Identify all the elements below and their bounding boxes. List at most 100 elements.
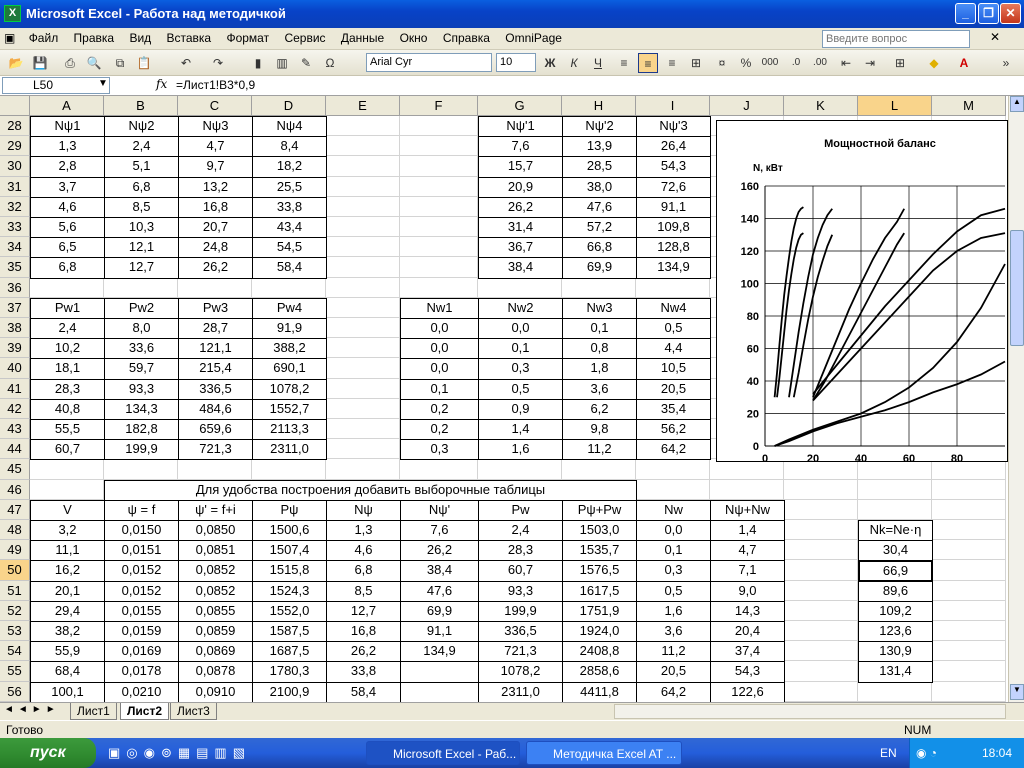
table-cell[interactable]: 484,6 bbox=[178, 398, 253, 420]
table-cell[interactable]: 18,2 bbox=[252, 156, 327, 178]
table-header[interactable]: Nψ2 bbox=[104, 116, 179, 138]
table-cell[interactable]: 2311,0 bbox=[252, 439, 327, 461]
column-header-j[interactable]: J bbox=[710, 96, 784, 116]
row-header-43[interactable]: 43 bbox=[0, 419, 30, 440]
table-cell[interactable]: 47,6 bbox=[400, 580, 479, 602]
table-cell[interactable]: 109,2 bbox=[858, 600, 933, 622]
table-cell[interactable]: 0,0152 bbox=[104, 580, 179, 602]
table-cell[interactable]: 69,9 bbox=[400, 600, 479, 622]
row-header-33[interactable]: 33 bbox=[0, 217, 30, 238]
grid-cell[interactable] bbox=[932, 580, 1006, 601]
table-cell[interactable]: 0,0855 bbox=[178, 600, 253, 622]
table-cell[interactable]: 68,4 bbox=[30, 661, 105, 683]
table-cell[interactable]: 1924,0 bbox=[562, 621, 637, 643]
table-cell[interactable]: 26,4 bbox=[636, 136, 711, 158]
table-cell[interactable]: 336,5 bbox=[178, 378, 253, 400]
table-cell[interactable]: 1552,7 bbox=[252, 398, 327, 420]
row-header-30[interactable]: 30 bbox=[0, 156, 30, 177]
table-cell[interactable]: 60,7 bbox=[478, 560, 563, 582]
grid-cell[interactable] bbox=[932, 661, 1006, 682]
table-cell[interactable]: 93,3 bbox=[478, 580, 563, 602]
scroll-thumb[interactable] bbox=[1010, 230, 1024, 346]
table-cell[interactable]: 1687,5 bbox=[252, 641, 327, 663]
row-header-36[interactable]: 36 bbox=[0, 277, 30, 298]
table-cell[interactable]: 6,8 bbox=[104, 176, 179, 198]
row-header-38[interactable]: 38 bbox=[0, 318, 30, 339]
underline-button[interactable]: Ч bbox=[588, 53, 608, 73]
table-cell[interactable]: 2,4 bbox=[478, 520, 563, 542]
table-header[interactable]: Pw3 bbox=[178, 297, 253, 319]
table-header[interactable]: Nψ'2 bbox=[562, 116, 637, 138]
drawing-icon[interactable]: ✎ bbox=[296, 53, 316, 73]
grid-cell[interactable] bbox=[784, 641, 858, 662]
table-cell[interactable]: 59,7 bbox=[104, 358, 179, 380]
task-word[interactable]: Методичка Excel AT ... bbox=[526, 741, 682, 765]
grid-cell[interactable] bbox=[400, 196, 478, 217]
row-header-48[interactable]: 48 bbox=[0, 520, 30, 541]
grid-cell[interactable] bbox=[326, 116, 400, 137]
table-cell[interactable]: 0,0850 bbox=[178, 520, 253, 542]
row-header-53[interactable]: 53 bbox=[0, 621, 30, 642]
table-header[interactable]: Nw3 bbox=[562, 297, 637, 319]
grid-cell[interactable] bbox=[400, 237, 478, 258]
table-cell[interactable]: 7,6 bbox=[400, 520, 479, 542]
undo-icon[interactable]: ↶ bbox=[176, 53, 196, 73]
grid-cell[interactable] bbox=[30, 277, 104, 298]
table-cell[interactable]: 66,8 bbox=[562, 237, 637, 259]
grid-cell[interactable] bbox=[252, 277, 326, 298]
table-cell[interactable]: 15,7 bbox=[478, 156, 563, 178]
grid-cell[interactable] bbox=[562, 459, 636, 480]
table-cell[interactable]: 0,0150 bbox=[104, 520, 179, 542]
grid-cell[interactable] bbox=[326, 318, 400, 339]
row-header-50[interactable]: 50 bbox=[0, 560, 30, 581]
table-cell[interactable]: 0,0869 bbox=[178, 641, 253, 663]
table-cell[interactable]: 91,1 bbox=[636, 196, 711, 218]
table-cell[interactable]: 690,1 bbox=[252, 358, 327, 380]
name-box[interactable]: L50 bbox=[2, 77, 110, 94]
table-cell[interactable]: 24,8 bbox=[178, 237, 253, 259]
table-cell[interactable]: 4,6 bbox=[30, 196, 105, 218]
minimize-button[interactable]: _ bbox=[955, 3, 976, 24]
table-cell[interactable]: 1780,3 bbox=[252, 661, 327, 683]
paste-icon[interactable]: 📋 bbox=[134, 53, 154, 73]
menu-data[interactable]: Данные bbox=[335, 28, 390, 48]
grid-cell[interactable] bbox=[858, 681, 932, 702]
chart-wizard-icon[interactable]: ▮ bbox=[248, 53, 268, 73]
grid-cell[interactable] bbox=[326, 398, 400, 419]
row-header-54[interactable]: 54 bbox=[0, 641, 30, 662]
decrease-indent-icon[interactable]: ⇤ bbox=[836, 53, 856, 73]
table-cell[interactable]: 0,2 bbox=[400, 398, 479, 420]
table-cell[interactable]: 4411,8 bbox=[562, 681, 637, 702]
table-cell[interactable]: 0,1 bbox=[400, 378, 479, 400]
copy-icon[interactable]: ⧉ bbox=[110, 53, 130, 73]
table-cell[interactable]: 26,2 bbox=[478, 196, 563, 218]
table-cell[interactable]: 128,8 bbox=[636, 237, 711, 259]
tab-sheet2[interactable]: Лист2 bbox=[120, 703, 170, 720]
table-cell[interactable]: 0,5 bbox=[478, 378, 563, 400]
table-cell[interactable]: 12,1 bbox=[104, 237, 179, 259]
menu-format[interactable]: Формат bbox=[220, 28, 275, 48]
row-header-44[interactable]: 44 bbox=[0, 439, 30, 460]
table-cell[interactable]: 3,6 bbox=[636, 621, 711, 643]
table-cell[interactable]: 134,9 bbox=[636, 257, 711, 279]
grid-cell[interactable] bbox=[400, 176, 478, 197]
column-header-d[interactable]: D bbox=[252, 96, 326, 116]
grid-cell[interactable] bbox=[636, 479, 710, 500]
table-cell[interactable]: 721,3 bbox=[478, 641, 563, 663]
tab-sheet1[interactable]: Лист1 bbox=[70, 703, 117, 720]
table-cell[interactable]: 26,2 bbox=[400, 540, 479, 562]
column-header-a[interactable]: A bbox=[30, 96, 104, 116]
row-header-29[interactable]: 29 bbox=[0, 136, 30, 157]
font-color-icon[interactable]: A bbox=[954, 53, 974, 73]
table-cell[interactable]: 0,0 bbox=[636, 520, 711, 542]
table-cell[interactable]: 28,5 bbox=[562, 156, 637, 178]
table-cell[interactable]: 130,9 bbox=[858, 641, 933, 663]
grid-cell[interactable] bbox=[710, 479, 784, 500]
table-cell[interactable]: 6,5 bbox=[30, 237, 105, 259]
table-cell[interactable]: 0,3 bbox=[400, 439, 479, 461]
table-cell[interactable]: 2408,8 bbox=[562, 641, 637, 663]
namebox-dropdown-icon[interactable]: ▼ bbox=[98, 78, 108, 89]
row-header-42[interactable]: 42 bbox=[0, 398, 30, 419]
table-cell[interactable]: 64,2 bbox=[636, 439, 711, 461]
grid-cell[interactable] bbox=[932, 560, 1006, 581]
